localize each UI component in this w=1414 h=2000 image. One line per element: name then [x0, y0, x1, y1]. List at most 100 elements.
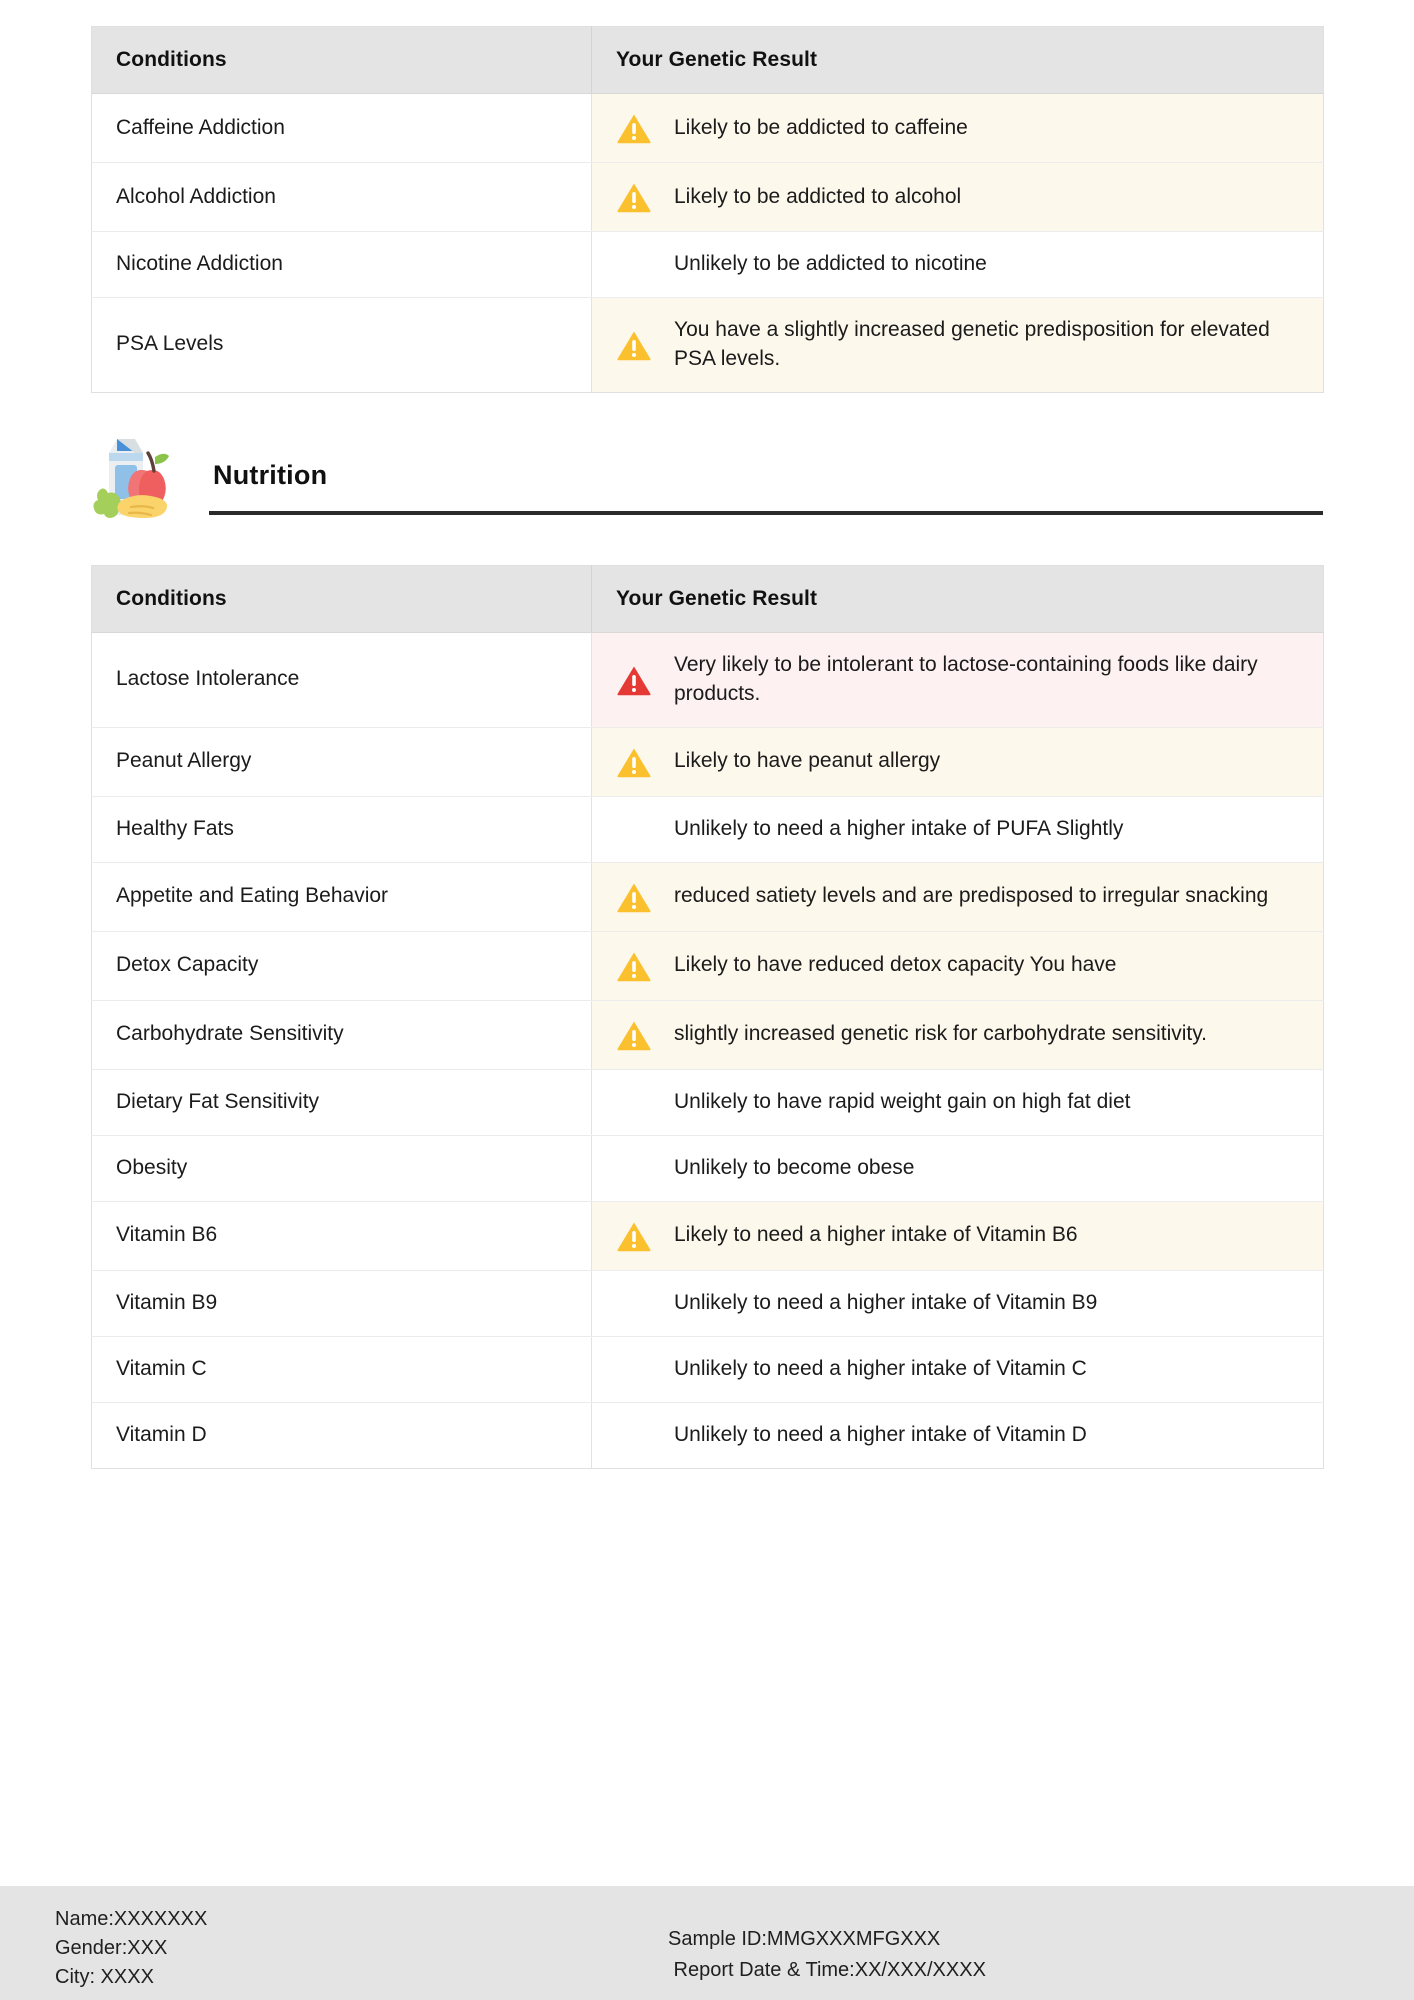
result-text: Unlikely to need a higher intake of Vita… [674, 1356, 1087, 1380]
footer-patient-info: Name:XXXXXXX Gender:XXX City: XXXX [55, 1905, 207, 1992]
result-text: Unlikely to need a higher intake of Vita… [674, 1422, 1087, 1446]
report-page: Conditions Your Genetic Result Caffeine … [0, 0, 1414, 2000]
footer-report-date: Report Date & Time:XX/XXX/XXXX [668, 1959, 986, 1981]
table-row: Caffeine Addiction Likely to be addicted … [91, 93, 1324, 163]
result-text: Very likely to be intolerant to lactose-… [674, 652, 1258, 705]
result-text: Likely to have reduced detox capacity Yo… [674, 953, 1117, 977]
result-text: slightly increased genetic risk for carb… [674, 1022, 1208, 1046]
table-row: Appetite and Eating Behavior reduced sati… [91, 862, 1324, 932]
condition-cell: Detox Capacity [91, 931, 592, 1001]
page-title-nutrition: Nutrition [213, 459, 328, 490]
condition-cell: Vitamin D [91, 1402, 592, 1469]
condition-cell: Appetite and Eating Behavior [91, 862, 592, 932]
column-header-conditions: Conditions [91, 565, 592, 633]
result-cell: Likely to need a higher intake of Vitami… [591, 1201, 1324, 1271]
table-row: PSA Levels You have a slightly increased … [91, 297, 1324, 393]
condition-cell: Peanut Allergy [91, 727, 592, 797]
result-cell: Unlikely to be addicted to nicotine [591, 231, 1324, 298]
nutrition-table-body: Lactose Intolerance Very likely to be int… [91, 632, 1324, 1469]
warning-triangle-yellow-icon [616, 1019, 670, 1051]
condition-cell: Lactose Intolerance [91, 632, 592, 728]
warning-triangle-yellow-icon [616, 1220, 670, 1252]
condition-cell: Caffeine Addiction [91, 93, 592, 163]
result-cell: Unlikely to need a higher intake of Vita… [591, 1402, 1324, 1469]
condition-cell: Alcohol Addiction [91, 162, 592, 232]
condition-cell: Vitamin B6 [91, 1201, 592, 1271]
result-cell: Likely to be addicted to caffeine [591, 93, 1324, 163]
result-text: Likely to be addicted to alcohol [674, 184, 962, 208]
result-cell: Likely to have reduced detox capacity Yo… [591, 931, 1324, 1001]
footer-gender: Gender:XXX [55, 1937, 168, 1959]
table-header-row: Conditions Your Genetic Result [91, 565, 1324, 633]
addiction-table: Conditions Your Genetic Result Caffeine … [91, 26, 1324, 393]
table-row: Alcohol Addiction Likely to be addicted t… [91, 162, 1324, 232]
result-text: Likely to have peanut allergy [674, 749, 941, 773]
footer-sample-info: Sample ID:MMGXXXMFGXXX Report Date & Tim… [668, 1924, 986, 1986]
column-header-conditions: Conditions [91, 26, 592, 94]
condition-cell: Vitamin B9 [91, 1270, 592, 1337]
table-header-row: Conditions Your Genetic Result [91, 26, 1324, 94]
result-text: Unlikely to be addicted to nicotine [674, 252, 987, 275]
result-text: Unlikely to need a higher intake of Vita… [674, 1290, 1098, 1314]
footer-name: Name:XXXXXXX [55, 1908, 208, 1930]
result-cell: slightly increased genetic risk for carb… [591, 1000, 1324, 1070]
table-row: Vitamin B6 Likely to need a higher intake… [91, 1201, 1324, 1271]
result-text: Unlikely to need a higher intake of PUFA… [674, 816, 1124, 840]
result-cell: reduced satiety levels and are predispos… [591, 862, 1324, 932]
result-cell: Very likely to be intolerant to lactose-… [591, 632, 1324, 728]
result-text: Likely to need a higher intake of Vitami… [674, 1223, 1078, 1247]
warning-triangle-yellow-icon [616, 950, 670, 982]
addiction-table-wrap: Conditions Your Genetic Result Caffeine … [91, 0, 1324, 393]
result-cell: You have a slightly increased genetic pr… [591, 297, 1324, 393]
column-header-genetic-result: Your Genetic Result [591, 26, 1324, 94]
report-footer: Name:XXXXXXX Gender:XXX City: XXXX Sampl… [0, 1886, 1414, 2000]
result-cell: Unlikely to need a higher intake of Vita… [591, 1336, 1324, 1403]
result-text: reduced satiety levels and are predispos… [674, 884, 1269, 908]
table-row: Vitamin D Unlikely to need a higher intak… [91, 1402, 1324, 1469]
nutrition-title-block: Nutrition [209, 460, 1323, 519]
table-row: Peanut Allergy Likely to have peanut alle… [91, 727, 1324, 797]
nutrition-food-icon [91, 427, 191, 519]
result-text: Likely to be addicted to caffeine [674, 115, 968, 139]
nutrition-table-wrap: Conditions Your Genetic Result Lactose I… [91, 564, 1324, 1469]
table-row: Detox Capacity Likely to have reduced det… [91, 931, 1324, 1001]
condition-cell: Vitamin C [91, 1336, 592, 1403]
table-row: Carbohydrate Sensitivity slightly increas… [91, 1000, 1324, 1070]
result-cell: Unlikely to have rapid weight gain on hi… [591, 1069, 1324, 1136]
table-row: Vitamin C Unlikely to need a higher intak… [91, 1336, 1324, 1403]
result-text: Unlikely to have rapid weight gain on hi… [674, 1089, 1131, 1113]
condition-cell: Nicotine Addiction [91, 231, 592, 298]
condition-cell: Carbohydrate Sensitivity [91, 1000, 592, 1070]
warning-triangle-yellow-icon [616, 329, 670, 361]
footer-sample-id: Sample ID:MMGXXXMFGXXX [668, 1928, 941, 1950]
nutrition-section-header: Nutrition [91, 427, 1323, 519]
result-text: You have a slightly increased genetic pr… [674, 317, 1270, 370]
addiction-table-head: Conditions Your Genetic Result [91, 26, 1324, 94]
result-cell: Likely to be addicted to alcohol [591, 162, 1324, 232]
condition-cell: Dietary Fat Sensitivity [91, 1069, 592, 1136]
table-row: Nicotine Addiction Unlikely to be addicte… [91, 231, 1324, 298]
result-cell: Unlikely to need a higher intake of Vita… [591, 1270, 1324, 1337]
warning-triangle-yellow-icon [616, 746, 670, 778]
section-divider [209, 510, 1323, 515]
table-row: Healthy Fats Unlikely to need a higher in… [91, 796, 1324, 863]
nutrition-table: Conditions Your Genetic Result Lactose I… [91, 564, 1324, 1469]
footer-city: City: XXXX [55, 1966, 154, 1988]
table-row: Obesity Unlikely to become obese [91, 1135, 1324, 1202]
warning-triangle-yellow-icon [616, 881, 670, 913]
nutrition-table-head: Conditions Your Genetic Result [91, 565, 1324, 633]
column-header-genetic-result: Your Genetic Result [591, 565, 1324, 633]
result-text: Unlikely to become obese [674, 1155, 915, 1179]
result-cell: Likely to have peanut allergy [591, 727, 1324, 797]
warning-triangle-red-icon [616, 664, 670, 696]
table-row: Lactose Intolerance Very likely to be int… [91, 632, 1324, 728]
result-cell: Unlikely to become obese [591, 1135, 1324, 1202]
condition-cell: Obesity [91, 1135, 592, 1202]
addiction-table-body: Caffeine Addiction Likely to be addicted … [91, 93, 1324, 393]
warning-triangle-yellow-icon [616, 112, 670, 144]
table-row: Vitamin B9 Unlikely to need a higher inta… [91, 1270, 1324, 1337]
table-row: Dietary Fat Sensitivity Unlikely to have … [91, 1069, 1324, 1136]
result-cell: Unlikely to need a higher intake of PUFA… [591, 796, 1324, 863]
warning-triangle-yellow-icon [616, 181, 670, 213]
condition-cell: PSA Levels [91, 297, 592, 393]
